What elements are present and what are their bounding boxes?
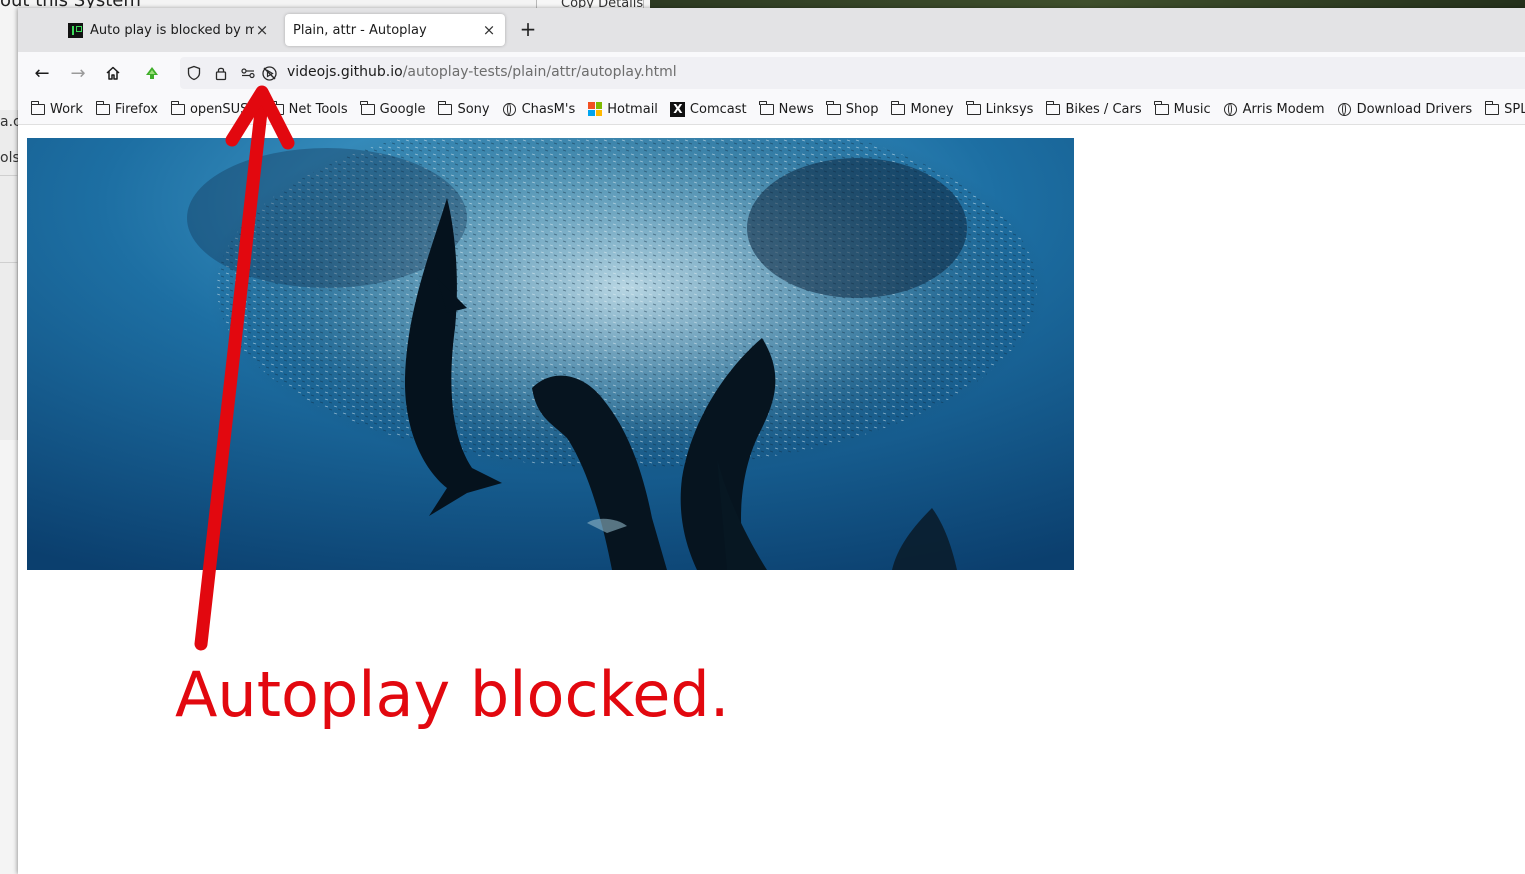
- back-button[interactable]: ←: [29, 60, 55, 86]
- lock-icon[interactable]: [211, 63, 231, 83]
- bookmark-label: SPLUNK: [1504, 101, 1525, 117]
- forward-button[interactable]: →: [65, 60, 91, 86]
- bookmark-label: Work: [50, 101, 83, 117]
- tab-plain-attr-autoplay[interactable]: Plain, attr - Autoplay ×: [285, 14, 505, 46]
- address-bar[interactable]: videojs.github.io/autoplay-tests/plain/a…: [180, 57, 1525, 89]
- folder-icon: [1045, 100, 1061, 116]
- bookmark-label: Google: [379, 101, 426, 117]
- folder-icon: [966, 100, 982, 116]
- bookmark-arris-modem[interactable]: Arris Modem: [1223, 102, 1325, 117]
- bookmark-label: Download Drivers: [1356, 101, 1473, 117]
- microsoft-logo-icon: [587, 102, 603, 116]
- close-tab-icon[interactable]: ×: [481, 21, 497, 39]
- bookmark-label: News: [778, 101, 814, 117]
- globe-icon: [502, 102, 518, 116]
- page-content: Autoplay blocked.: [18, 126, 1525, 874]
- bookmarks-toolbar: Work Firefox openSUSE Net Tools Google Sony Ch…: [18, 93, 1525, 125]
- folder-icon: [759, 100, 775, 116]
- bookmark-google[interactable]: Google: [360, 100, 426, 117]
- folder-icon: [95, 100, 111, 116]
- autoplay-blocked-icon[interactable]: [259, 63, 279, 83]
- bookmark-label: Money: [910, 101, 954, 117]
- bookmark-opensuse[interactable]: openSUSE: [170, 100, 257, 117]
- bookmark-label: openSUSE: [189, 101, 257, 117]
- bookmark-label: ChasM's: [521, 101, 576, 117]
- tab-autoplay-blocked[interactable]: Auto play is blocked by my ×: [60, 14, 278, 46]
- bookmark-music[interactable]: Music: [1154, 100, 1211, 117]
- globe-icon: [1337, 102, 1353, 116]
- bookmark-download-drivers[interactable]: Download Drivers: [1337, 101, 1473, 117]
- bookmark-label: Shop: [845, 101, 879, 117]
- home-icon: [106, 66, 120, 80]
- home-button[interactable]: [100, 60, 126, 86]
- bookmark-firefox[interactable]: Firefox: [95, 100, 158, 117]
- folder-icon: [890, 100, 906, 116]
- folder-icon: [826, 100, 842, 116]
- bookmark-money[interactable]: Money: [890, 100, 954, 117]
- bookmark-label: Hotmail: [607, 101, 658, 117]
- folder-icon: [269, 100, 285, 116]
- browser-window: Auto play is blocked by my × Plain, attr…: [18, 8, 1525, 874]
- background-sidebar-text: ols: [0, 150, 20, 166]
- new-tab-button[interactable]: +: [516, 18, 540, 42]
- folder-icon: [1154, 100, 1170, 116]
- bookmark-linksys[interactable]: Linksys: [966, 100, 1034, 117]
- extension-button[interactable]: [139, 60, 165, 86]
- bookmark-label: Firefox: [114, 101, 158, 117]
- divider: [0, 262, 18, 263]
- tab-title: Auto play is blocked by my: [90, 22, 254, 38]
- tracking-protection-shield-icon[interactable]: [184, 63, 204, 83]
- bookmark-hotmail[interactable]: Hotmail: [587, 102, 658, 117]
- video-frame-dolphins-image: [27, 138, 1074, 570]
- bookmark-label: Bikes / Cars: [1065, 101, 1142, 117]
- bookmark-shop[interactable]: Shop: [826, 100, 879, 117]
- bookmarks-list: Work Firefox openSUSE Net Tools Google Sony Ch…: [30, 93, 1525, 124]
- navigation-toolbar: ← → videojs.github.io/autoplay-tests/pla…: [18, 52, 1525, 93]
- tab-title: Plain, attr - Autoplay: [293, 22, 427, 38]
- bookmark-bikes-cars[interactable]: Bikes / Cars: [1045, 100, 1142, 117]
- bookmark-splunk[interactable]: SPLUNK: [1484, 100, 1525, 117]
- bookmark-label: Sony: [457, 101, 490, 117]
- site-favicon-icon: [68, 22, 83, 38]
- url-host: videojs.github.io: [287, 64, 403, 80]
- bookmark-label: Arris Modem: [1242, 101, 1325, 117]
- bookmark-net-tools[interactable]: Net Tools: [269, 100, 348, 117]
- folder-icon: [30, 100, 46, 116]
- annotation-caption: Autoplay blocked.: [175, 658, 730, 731]
- bookmark-work[interactable]: Work: [30, 100, 83, 117]
- divider: [0, 175, 18, 176]
- bookmark-label: Net Tools: [288, 101, 348, 117]
- bookmark-label: Music: [1173, 101, 1211, 117]
- x-logo-icon: X: [670, 101, 686, 117]
- folder-icon: [170, 100, 186, 116]
- permissions-icon[interactable]: [238, 63, 258, 83]
- recycle-arrow-icon: [146, 67, 158, 79]
- folder-icon: [1484, 100, 1500, 116]
- bookmark-label: Linksys: [985, 101, 1034, 117]
- folder-icon: [437, 100, 453, 116]
- url-text[interactable]: videojs.github.io/autoplay-tests/plain/a…: [287, 64, 677, 80]
- globe-icon: [1223, 102, 1239, 116]
- folder-icon: [360, 100, 376, 116]
- bookmark-news[interactable]: News: [759, 100, 814, 117]
- bookmark-chasm-s[interactable]: ChasM's: [502, 101, 576, 117]
- close-tab-icon[interactable]: ×: [254, 21, 270, 39]
- bookmark-comcast[interactable]: X Comcast: [670, 101, 747, 117]
- bookmark-label: Comcast: [689, 101, 747, 117]
- tab-bar: Auto play is blocked by my × Plain, attr…: [18, 8, 1525, 52]
- video-player[interactable]: [27, 138, 1074, 570]
- bookmark-sony[interactable]: Sony: [437, 100, 490, 117]
- url-path: /autoplay-tests/plain/attr/autoplay.html: [402, 64, 677, 80]
